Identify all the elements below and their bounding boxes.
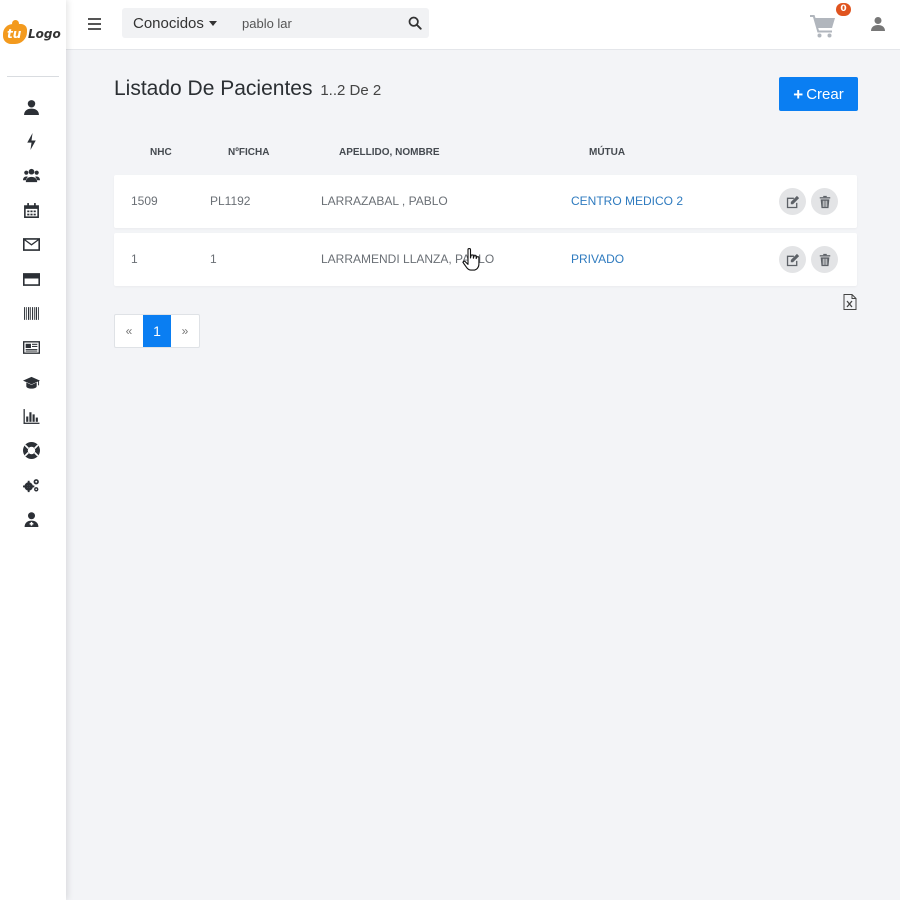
edit-icon [786,253,799,266]
user-menu[interactable] [871,16,885,32]
users-icon [22,168,40,182]
sidebar-item-bolt[interactable] [21,131,41,151]
column-header-ficha[interactable]: NºFICHA [228,147,269,158]
pagination-prev[interactable]: « [115,315,143,347]
cell-mutua-link[interactable]: CENTRO MEDICO 2 [571,194,683,208]
page-title-text: Listado De Pacientes [114,77,313,100]
sidebar-item-users[interactable] [21,165,41,185]
sidebar-item-education[interactable] [21,372,41,392]
barcode-icon [23,306,39,320]
create-button[interactable]: + Crear [779,77,858,111]
cell-nhc: 1509 [131,194,158,208]
table-row[interactable]: 1 1 LARRAMENDI LLANZA, PABLO PRIVADO [114,233,857,286]
sidebar-item-user[interactable] [21,97,41,117]
sidebar-item-doctors[interactable] [21,509,41,529]
plus-icon: + [793,84,804,104]
sidebar-item-calendar[interactable] [21,200,41,220]
hand-pointer-cursor-icon [462,248,480,271]
cell-nombre: LARRAZABAL , PABLO [321,194,448,208]
brand-logo[interactable]: tu Logo [3,20,65,50]
bolt-icon [26,132,36,150]
search-box [234,8,429,38]
trash-icon [819,253,830,266]
sidebar-item-settings[interactable] [21,475,41,495]
menu-toggle-icon[interactable] [88,18,101,30]
trash-icon [819,195,830,208]
table-row[interactable]: 1509 PL1192 LARRAZABAL , PABLO CENTRO ME… [114,175,857,228]
edit-icon [786,195,799,208]
newspaper-icon [22,340,40,354]
cell-ficha: PL1192 [210,194,251,208]
envelope-icon [22,237,40,251]
user-account-icon [871,17,885,31]
topbar: Conocidos 0 [66,0,900,50]
calendar-icon [23,202,39,218]
column-header-nombre[interactable]: APELLIDO, NOMBRE [339,147,440,158]
sidebar: tu Logo [0,0,66,900]
pagination-next[interactable]: » [171,315,199,347]
sidebar-item-payments[interactable] [21,269,41,289]
logo-text-logo: Logo [28,27,61,41]
delete-button[interactable] [811,246,838,273]
cell-mutua-link[interactable]: PRIVADO [571,252,624,266]
life-ring-icon [22,441,40,459]
sidebar-item-support[interactable] [21,440,41,460]
excel-export-icon[interactable] [843,294,857,310]
bar-chart-icon [23,408,39,424]
logo-splash-dot [12,20,19,27]
credit-card-icon [22,272,40,286]
sidebar-item-news[interactable] [21,337,41,357]
cogs-icon [22,478,39,492]
edit-button[interactable] [779,246,806,273]
delete-button[interactable] [811,188,838,215]
caret-down-icon [208,20,217,26]
edit-button[interactable] [779,188,806,215]
create-button-label: Crear [806,85,844,103]
cart-button[interactable] [810,14,838,40]
column-header-mutua[interactable]: MÚTUA [589,147,625,158]
graduation-cap-icon [22,376,40,389]
sidebar-item-messages[interactable] [21,234,41,254]
pagination-page-current[interactable]: 1 [143,315,171,347]
cell-nhc: 1 [131,252,138,266]
user-icon [23,99,39,115]
record-range: 1..2 De 2 [320,82,382,99]
sidebar-item-barcode[interactable] [21,303,41,323]
sidebar-item-reports[interactable] [21,406,41,426]
column-header-nhc[interactable]: NHC [150,147,172,158]
pagination: « 1 » [114,314,200,348]
cell-ficha: 1 [210,252,217,266]
patient-filter-dropdown[interactable]: Conocidos [122,8,234,38]
user-doctor-icon [24,511,38,527]
sidebar-divider [7,76,59,77]
search-icon[interactable] [408,16,422,30]
shopping-cart-icon [810,15,835,38]
cart-count-badge: 0 [836,3,851,16]
search-input[interactable] [234,8,399,38]
logo-text-tu: tu [7,27,22,41]
page-title: Listado De Pacientes 1..2 De 2 [114,77,381,101]
patient-filter-label: Conocidos [133,14,204,32]
